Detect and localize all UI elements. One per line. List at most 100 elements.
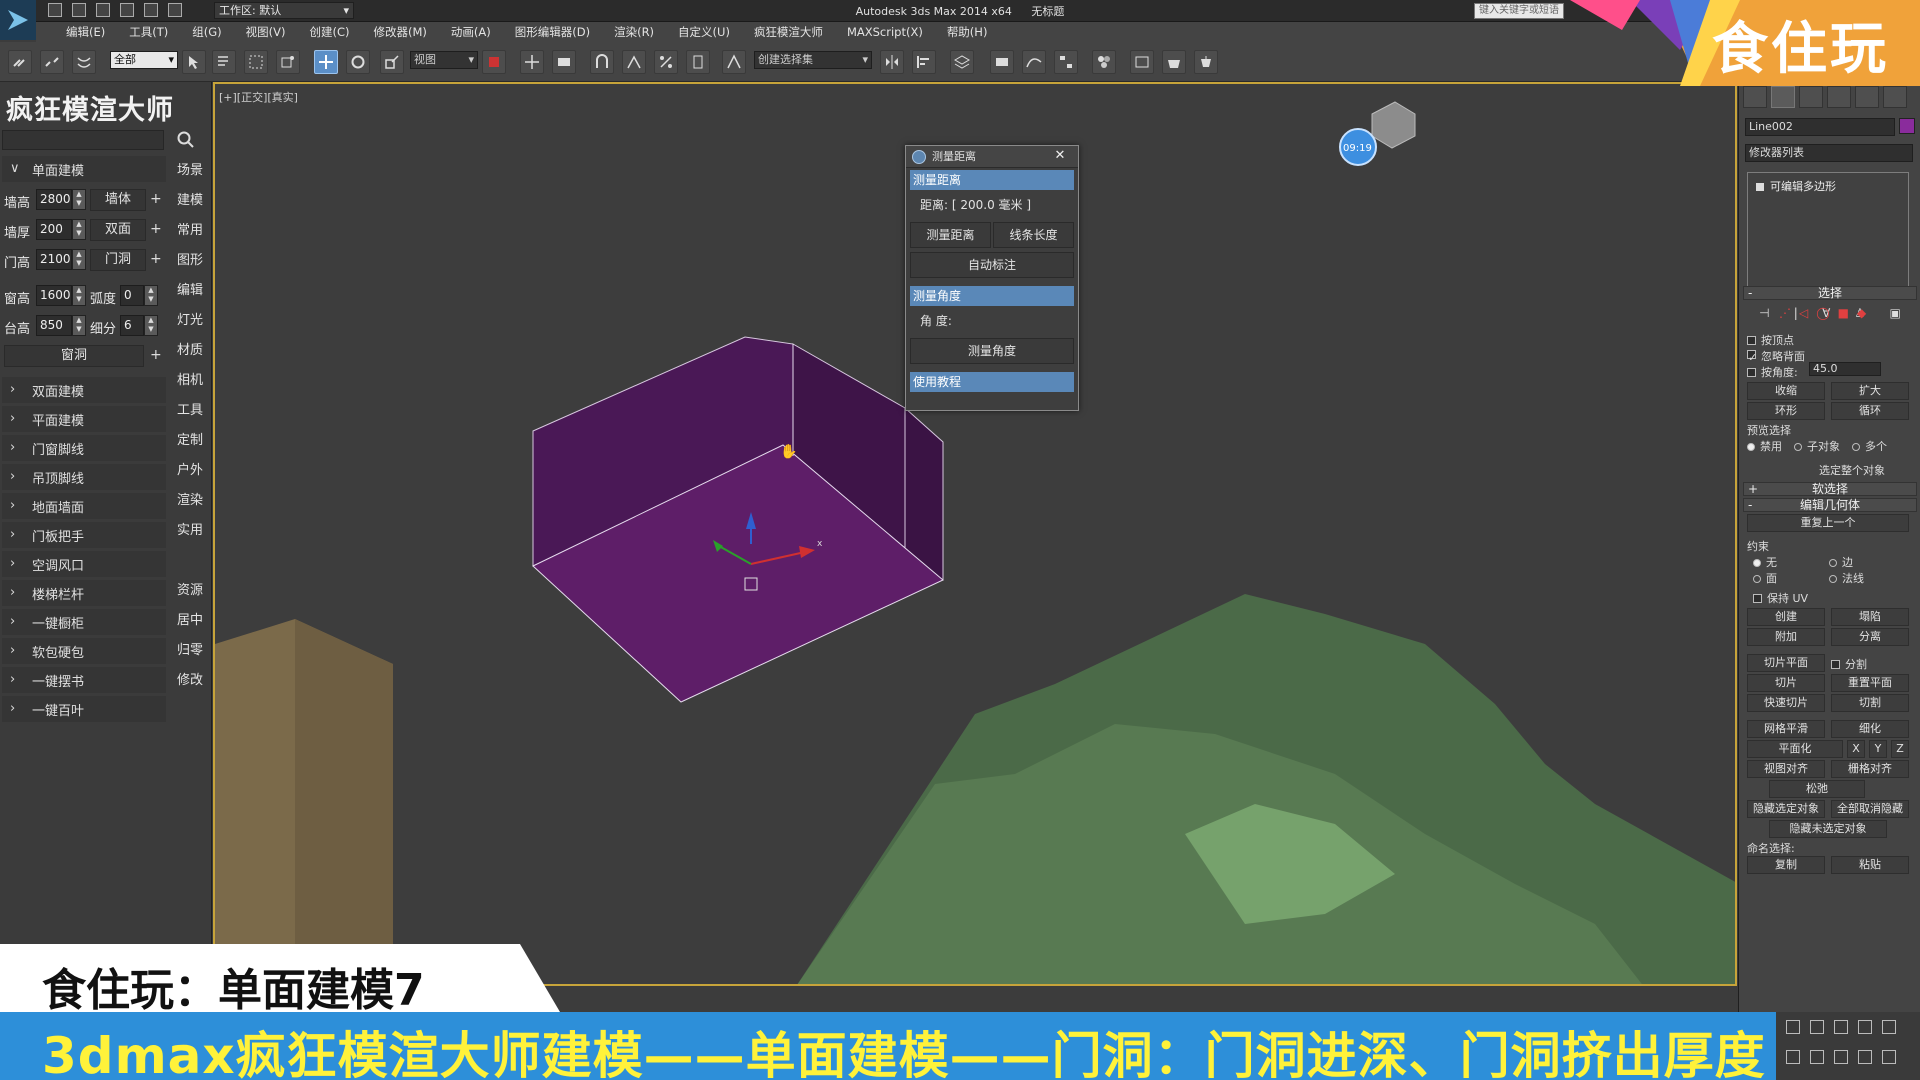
by-vertex-row[interactable]: 按顶点 — [1747, 332, 1794, 348]
menu-item[interactable]: 渲染(R) — [602, 24, 666, 40]
ignore-backfacing-checkbox[interactable]: ✓ — [1747, 350, 1757, 364]
configure-sets-icon[interactable]: ▣ — [1890, 306, 1901, 324]
unlink-icon[interactable] — [40, 50, 64, 74]
rollout-soft-selection[interactable]: 软选择 — [1743, 482, 1917, 496]
category-tab[interactable]: 常用 — [170, 216, 210, 246]
pivot-center-icon[interactable] — [482, 50, 506, 74]
repeat-last-button[interactable]: 重复上一个 — [1747, 514, 1909, 532]
zoom-icon[interactable] — [1786, 1020, 1800, 1034]
plugin-section[interactable]: › 地面墙面 — [2, 493, 166, 519]
create-button[interactable]: 创建 — [1747, 608, 1825, 626]
polygon-icon[interactable]: ■ — [1838, 306, 1849, 320]
hide-selected-button[interactable]: 隐藏选定对象 — [1747, 800, 1825, 818]
category-tab[interactable]: 编辑 — [170, 276, 210, 306]
wall-body-button[interactable]: 墙体 — [90, 189, 146, 211]
category-tab[interactable]: 灯光 — [170, 306, 210, 336]
align-icon[interactable] — [912, 50, 936, 74]
arc-spinner[interactable]: ▲ ▼ — [144, 285, 158, 306]
layer-manager-icon[interactable] — [950, 50, 974, 74]
plugin-section[interactable]: › 一键摆书 — [2, 667, 166, 693]
plugin-section[interactable]: › 门板把手 — [2, 522, 166, 548]
window-crossing-icon[interactable] — [276, 50, 300, 74]
percent-snap-icon[interactable] — [654, 50, 678, 74]
planar-y-button[interactable]: Y — [1869, 740, 1887, 758]
subdiv-spinner[interactable]: ▲ ▼ — [144, 315, 158, 336]
section-measure-angle[interactable]: 测量角度 — [910, 286, 1074, 306]
category-tab[interactable]: 修改 — [170, 666, 210, 696]
select-by-name-icon[interactable] — [212, 50, 236, 74]
menu-item[interactable]: 修改器(M) — [362, 24, 439, 40]
menu-item[interactable]: MAXScript(X) — [835, 25, 935, 39]
curve-editor-icon[interactable] — [1022, 50, 1046, 74]
angle-snap-icon[interactable] — [622, 50, 646, 74]
menu-item[interactable]: 动画(A) — [439, 24, 503, 40]
category-tab[interactable]: 户外 — [170, 456, 210, 486]
meshsmooth-button[interactable]: 网格平滑 — [1747, 720, 1825, 738]
select-manipulate-icon[interactable] — [520, 50, 544, 74]
pin-stack-icon[interactable]: ⊣ — [1759, 306, 1769, 324]
door-height-spinner[interactable]: ▲ ▼ — [72, 249, 86, 270]
plugin-section[interactable]: › 楼梯栏杆 — [2, 580, 166, 606]
motion-tab-icon[interactable] — [1827, 86, 1851, 108]
rollout-selection[interactable]: 选择 — [1743, 286, 1917, 300]
plugin-section[interactable]: › 一键百叶 — [2, 696, 166, 722]
paste-button[interactable]: 粘贴 — [1831, 856, 1909, 874]
object-name-input[interactable]: Line002 — [1745, 118, 1895, 136]
menu-item[interactable]: 工具(T) — [117, 24, 180, 40]
zoom-extents-all-icon[interactable] — [1858, 1020, 1872, 1034]
window-height-spinner[interactable]: ▲ ▼ — [72, 285, 86, 306]
plugin-section[interactable]: › 双面建模 — [2, 377, 166, 403]
category-tab[interactable]: 资源 — [170, 576, 210, 606]
rollout-edit-geometry[interactable]: 编辑几何体 — [1743, 498, 1917, 512]
category-tab[interactable]: 渲染 — [170, 486, 210, 516]
view-align-button[interactable]: 视图对齐 — [1747, 760, 1825, 778]
search-icon[interactable] — [176, 130, 196, 150]
measure-angle-button[interactable]: 测量角度 — [910, 338, 1074, 364]
category-tab[interactable]: 工具 — [170, 396, 210, 426]
wall-thickness-spinner[interactable]: ▲ ▼ — [72, 219, 86, 240]
section-measure-distance[interactable]: 测量距离 — [910, 170, 1074, 190]
schematic-view-icon[interactable] — [1054, 50, 1078, 74]
stack-item-editable-poly[interactable]: 可编辑多边形 — [1756, 178, 1836, 194]
copy-button[interactable]: 复制 — [1747, 856, 1825, 874]
plus-icon[interactable]: + — [150, 191, 162, 207]
border-icon[interactable]: ◯ — [1816, 306, 1829, 320]
select-object-icon[interactable] — [182, 50, 206, 74]
tessellate-button[interactable]: 细化 — [1831, 720, 1909, 738]
split-checkbox[interactable] — [1831, 660, 1840, 669]
quickslice-button[interactable]: 快速切片 — [1747, 694, 1825, 712]
menu-item[interactable]: 创建(C) — [297, 24, 361, 40]
walk-through-icon[interactable] — [1834, 1050, 1848, 1064]
make-planar-button[interactable]: 平面化 — [1747, 740, 1843, 758]
create-tab-icon[interactable] — [1743, 86, 1767, 108]
line-length-button[interactable]: 线条长度 — [993, 222, 1074, 248]
spinner-snap-icon[interactable] — [686, 50, 710, 74]
reference-coordinate-select[interactable]: 视图 — [410, 51, 478, 69]
plus-icon[interactable]: + — [150, 347, 162, 363]
bind-spacewarp-icon[interactable] — [72, 50, 96, 74]
measure-distance-button[interactable]: 测量距离 — [910, 222, 991, 248]
named-selection-select[interactable]: 创建选择集 — [754, 51, 872, 69]
planar-x-button[interactable]: X — [1847, 740, 1865, 758]
arc-input[interactable]: 0 — [120, 285, 144, 306]
keyboard-shortcut-icon[interactable] — [552, 50, 576, 74]
grow-button[interactable]: 扩大 — [1831, 382, 1909, 400]
sill-height-input[interactable]: 850 — [36, 315, 72, 336]
dialog-title-bar[interactable]: 测量距离 ✕ — [906, 146, 1078, 168]
category-tab[interactable]: 居中 — [170, 606, 210, 636]
plugin-section[interactable]: › 门窗脚线 — [2, 435, 166, 461]
split-row[interactable]: 分割 — [1831, 656, 1867, 672]
rectangular-selection-icon[interactable] — [244, 50, 268, 74]
scale-icon[interactable] — [380, 50, 404, 74]
window-hole-button[interactable]: 窗洞 — [4, 345, 144, 367]
loop-button[interactable]: 循环 — [1831, 402, 1909, 420]
object-color-swatch[interactable] — [1899, 118, 1915, 134]
window-height-input[interactable]: 1600 — [36, 285, 72, 306]
rotate-icon[interactable] — [346, 50, 370, 74]
reset-plane-button[interactable]: 重置平面 — [1831, 674, 1909, 692]
preview-subobj-option[interactable]: 子对象 — [1794, 438, 1840, 454]
region-zoom-icon[interactable] — [1882, 1050, 1896, 1064]
constraint-normal-option[interactable]: 法线 — [1829, 570, 1864, 586]
auto-dimension-button[interactable]: 自动标注 — [910, 252, 1074, 278]
utilities-tab-icon[interactable] — [1883, 86, 1907, 108]
